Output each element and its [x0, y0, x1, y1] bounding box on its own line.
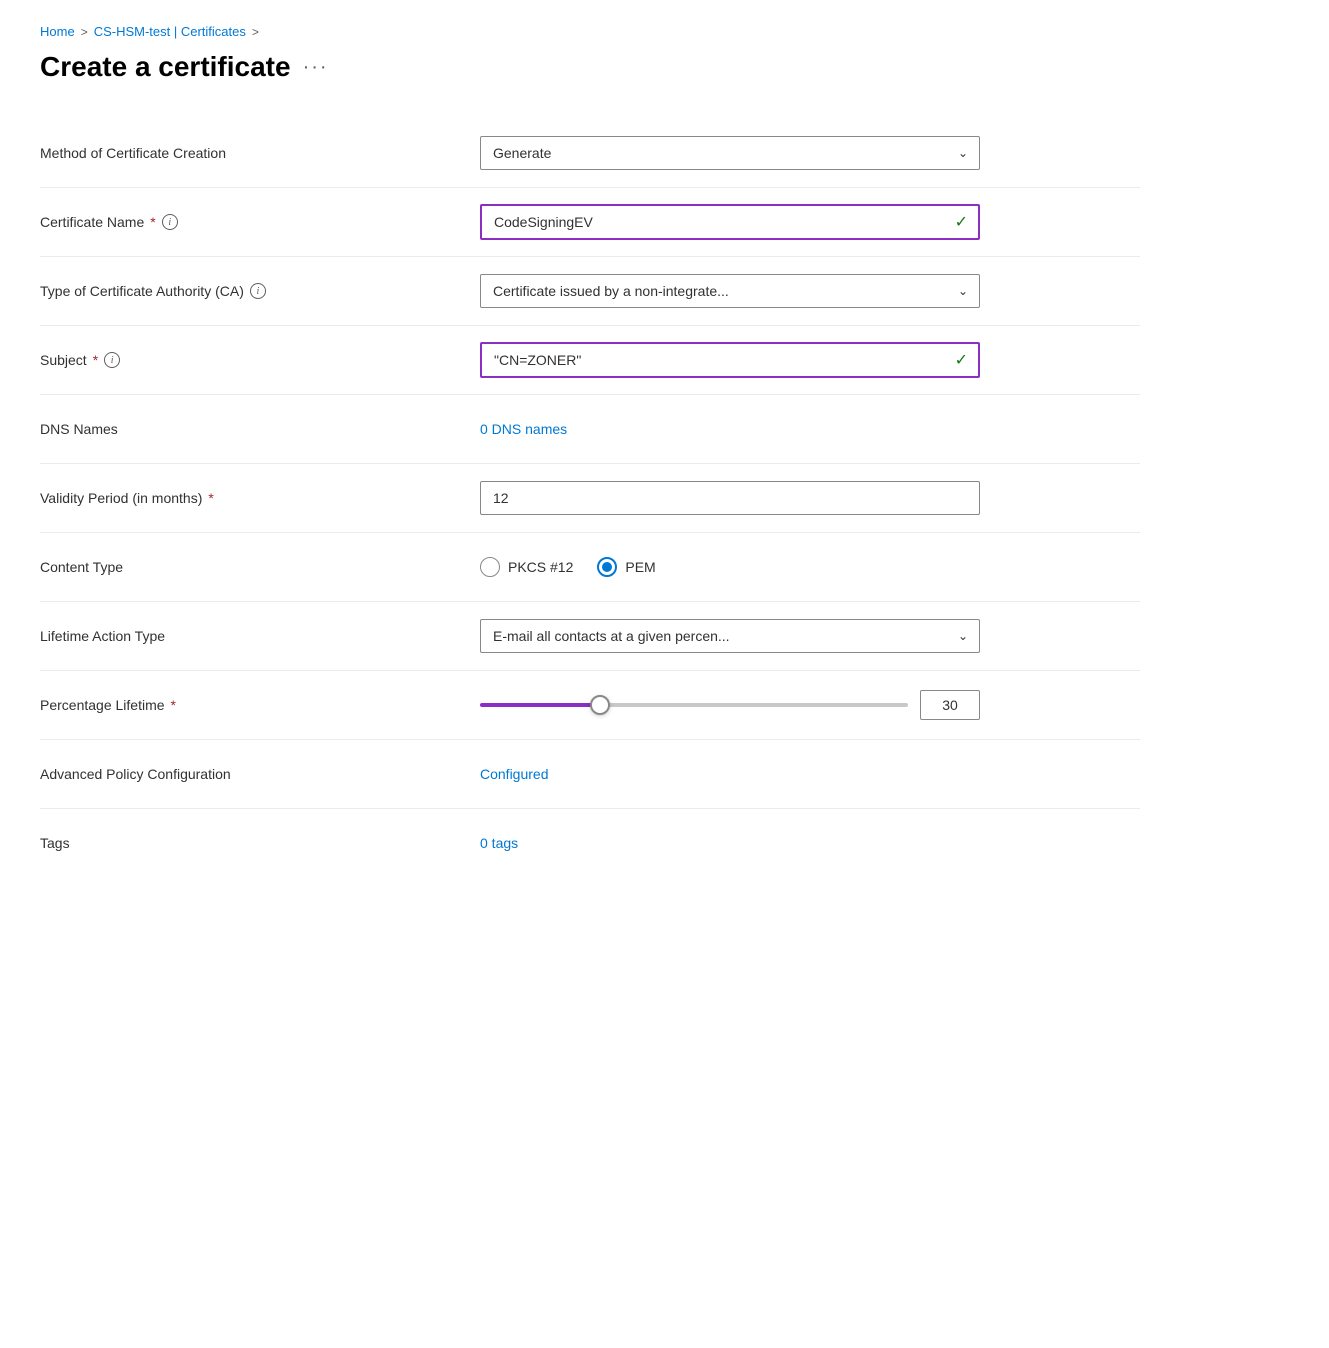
divider-7	[40, 601, 1140, 602]
control-lifetime-action: E-mail all contacts at a given percen...…	[480, 619, 1140, 653]
input-wrapper-subject: ✓	[480, 342, 980, 378]
control-advanced-policy: Configured	[480, 766, 1140, 782]
method-select[interactable]: Generate Import	[480, 136, 980, 170]
percentage-slider-track[interactable]	[480, 703, 908, 707]
info-icon-ca-type[interactable]: i	[250, 283, 266, 299]
content-type-radio-group: PKCS #12 PEM	[480, 557, 1140, 577]
divider-3	[40, 325, 1140, 326]
label-lifetime-action: Lifetime Action Type	[40, 628, 480, 644]
form-row-subject: Subject * i ✓	[40, 330, 1140, 390]
required-star-subject: *	[93, 352, 98, 368]
control-content-type: PKCS #12 PEM	[480, 557, 1140, 577]
page-header: Create a certificate ···	[40, 51, 1289, 83]
select-wrapper-ca-type: Certificate issued by a non-integrate...…	[480, 274, 980, 308]
page-title: Create a certificate	[40, 51, 291, 83]
form-row-content-type: Content Type PKCS #12 PEM	[40, 537, 1140, 597]
create-certificate-form: Method of Certificate Creation Generate …	[40, 123, 1140, 873]
form-row-lifetime-action: Lifetime Action Type E-mail all contacts…	[40, 606, 1140, 666]
info-icon-cert-name[interactable]: i	[162, 214, 178, 230]
check-icon-cert-name: ✓	[955, 212, 968, 232]
required-star-cert-name: *	[150, 214, 155, 230]
breadcrumb-sep-2: >	[252, 25, 259, 39]
dns-names-link[interactable]: 0 DNS names	[480, 421, 567, 437]
check-icon-subject: ✓	[955, 350, 968, 370]
control-dns: 0 DNS names	[480, 421, 1140, 437]
label-method: Method of Certificate Creation	[40, 145, 480, 161]
label-ca-type: Type of Certificate Authority (CA) i	[40, 283, 480, 299]
control-method: Generate Import ⌄	[480, 136, 1140, 170]
cert-name-input[interactable]	[480, 204, 980, 240]
breadcrumb-home[interactable]: Home	[40, 24, 75, 39]
divider-5	[40, 463, 1140, 464]
form-row-validity: Validity Period (in months) *	[40, 468, 1140, 528]
form-row-percentage: Percentage Lifetime *	[40, 675, 1140, 735]
page-menu-button[interactable]: ···	[303, 56, 329, 79]
form-row-ca-type: Type of Certificate Authority (CA) i Cer…	[40, 261, 1140, 321]
form-row-cert-name: Certificate Name * i ✓	[40, 192, 1140, 252]
label-percentage: Percentage Lifetime *	[40, 697, 480, 713]
radio-label-pem: PEM	[625, 559, 655, 575]
form-row-advanced-policy: Advanced Policy Configuration Configured	[40, 744, 1140, 804]
radio-circle-pem[interactable]	[597, 557, 617, 577]
required-star-percentage: *	[171, 697, 176, 713]
divider-10	[40, 808, 1140, 809]
control-subject: ✓	[480, 342, 1140, 378]
breadcrumb-sep-1: >	[81, 25, 88, 39]
control-validity	[480, 481, 1140, 515]
divider-6	[40, 532, 1140, 533]
advanced-policy-link[interactable]: Configured	[480, 766, 549, 782]
divider-9	[40, 739, 1140, 740]
lifetime-action-select[interactable]: E-mail all contacts at a given percen...…	[480, 619, 980, 653]
label-advanced-policy: Advanced Policy Configuration	[40, 766, 480, 782]
label-cert-name: Certificate Name * i	[40, 214, 480, 230]
label-validity: Validity Period (in months) *	[40, 490, 480, 506]
percentage-value-input[interactable]	[920, 690, 980, 720]
form-row-tags: Tags 0 tags	[40, 813, 1140, 873]
tags-link[interactable]: 0 tags	[480, 835, 518, 851]
form-row-method: Method of Certificate Creation Generate …	[40, 123, 1140, 183]
breadcrumb-certificates[interactable]: CS-HSM-test | Certificates	[94, 24, 246, 39]
control-ca-type: Certificate issued by a non-integrate...…	[480, 274, 1140, 308]
select-wrapper-method: Generate Import ⌄	[480, 136, 980, 170]
percentage-slider-container	[480, 690, 980, 720]
radio-circle-pkcs12[interactable]	[480, 557, 500, 577]
radio-pkcs12[interactable]: PKCS #12	[480, 557, 573, 577]
required-star-validity: *	[208, 490, 213, 506]
control-cert-name: ✓	[480, 204, 1140, 240]
validity-input[interactable]	[480, 481, 980, 515]
control-tags: 0 tags	[480, 835, 1140, 851]
label-tags: Tags	[40, 835, 480, 851]
divider-2	[40, 256, 1140, 257]
subject-input[interactable]	[480, 342, 980, 378]
control-percentage	[480, 690, 1140, 720]
label-subject: Subject * i	[40, 352, 480, 368]
percentage-slider-thumb[interactable]	[590, 695, 610, 715]
radio-label-pkcs12: PKCS #12	[508, 559, 573, 575]
input-wrapper-cert-name: ✓	[480, 204, 980, 240]
form-row-dns: DNS Names 0 DNS names	[40, 399, 1140, 459]
ca-type-select[interactable]: Certificate issued by a non-integrate...…	[480, 274, 980, 308]
divider-4	[40, 394, 1140, 395]
breadcrumb: Home > CS-HSM-test | Certificates >	[40, 24, 1289, 39]
label-dns: DNS Names	[40, 421, 480, 437]
radio-pem[interactable]: PEM	[597, 557, 655, 577]
label-content-type: Content Type	[40, 559, 480, 575]
divider-1	[40, 187, 1140, 188]
info-icon-subject[interactable]: i	[104, 352, 120, 368]
select-wrapper-lifetime: E-mail all contacts at a given percen...…	[480, 619, 980, 653]
divider-8	[40, 670, 1140, 671]
